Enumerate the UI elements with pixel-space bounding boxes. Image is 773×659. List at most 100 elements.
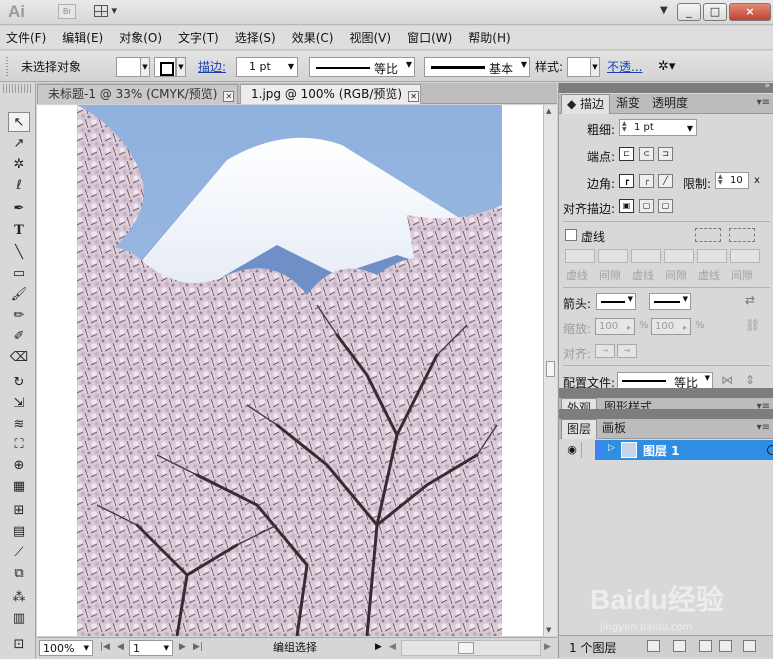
tab-layers[interactable]: 图层 [561,419,598,439]
scroll-down-arrow[interactable]: ▼ [546,626,551,634]
rectangle-tool-icon[interactable]: ▭ [8,264,30,284]
pencil-tool-icon[interactable]: ✏ [8,306,30,326]
link-scale-icon[interactable]: ⛓ [745,318,760,332]
canvas-area[interactable] [37,105,543,636]
vertical-scrollbar[interactable]: ▲ ▼ [543,105,557,636]
arrow-tip-at-end-button[interactable]: ⇥ [617,344,637,358]
column-graph-tool-icon[interactable]: ▥ [8,609,30,629]
selection-tool-icon[interactable]: ↖ [8,112,30,132]
width-profile-dropdown[interactable]: 等比 ▼ [617,372,713,390]
scroll-up-arrow[interactable]: ▲ [546,107,551,115]
stroke-weight-field[interactable]: 1 pt ▼ [236,57,298,77]
gap-input-2[interactable] [664,249,694,263]
panel-menu-icon[interactable]: ▾≡ [757,97,770,108]
scale-tool-icon[interactable]: ⇲ [8,394,30,414]
panel-menu-icon[interactable]: ▾≡ [757,422,770,433]
mesh-tool-icon[interactable]: ⊞ [8,501,30,521]
close-icon[interactable]: ✕ [408,91,420,102]
lock-toggle[interactable] [581,442,595,458]
hscroll-right-arrow[interactable]: ▶ [544,640,551,656]
magic-wand-tool-icon[interactable]: ✲ [8,155,30,175]
miter-join-button[interactable]: ┏ [619,174,634,188]
opacity-link[interactable]: 不透... [607,57,642,77]
rotate-tool-icon[interactable]: ↻ [8,373,30,393]
menu-view[interactable]: 视图(V) [349,29,391,46]
new-sublayer-icon[interactable] [699,640,712,652]
blend-tool-icon[interactable]: ⧉ [8,564,30,584]
bevel-join-button[interactable]: ╱ [658,174,673,188]
expand-triangle-icon[interactable]: ▷ [608,443,615,453]
free-transform-tool-icon[interactable]: ⛶ [8,435,30,455]
arrange-documents-button[interactable]: ▾ [94,4,126,20]
lasso-tool-icon[interactable]: ℓ [8,176,30,196]
graphic-style-swatch[interactable] [567,57,591,77]
close-button[interactable]: × [729,3,771,21]
dash-input-1[interactable] [565,249,595,263]
artboard-navigator[interactable]: 1 ▼ [129,640,173,656]
maximize-button[interactable]: □ [703,3,727,21]
placed-photo[interactable] [77,105,502,636]
fill-dropdown-arrow[interactable]: ▼ [140,57,150,77]
gradient-tool-icon[interactable]: ▤ [8,522,30,542]
round-join-button[interactable]: ╭ [639,174,654,188]
status-menu-arrow[interactable]: ▶ [375,640,382,656]
layer-name[interactable]: 图层 1 [643,442,680,459]
start-arrowhead-dropdown[interactable]: ▼ [596,293,636,310]
stepper-icon[interactable]: ▲ ▼ [718,174,723,186]
stroke-dropdown-arrow[interactable]: ▼ [176,57,186,77]
chevron-down-icon[interactable]: ▼ [687,121,693,136]
end-scale-input[interactable]: 100 ▸ [651,318,691,335]
last-artboard-icon[interactable]: ▶| [193,640,203,656]
zoom-field[interactable]: 100% ▼ [39,640,93,656]
miter-limit-input[interactable]: ▲ ▼ 10 [715,172,749,189]
start-scale-input[interactable]: 100 ▸ [595,318,635,335]
menu-edit[interactable]: 编辑(E) [62,29,103,46]
menu-file[interactable]: 文件(F) [6,29,46,46]
stepper-icon[interactable]: ▲ ▼ [622,121,627,133]
tab-untitled-1[interactable]: 未标题-1 @ 33% (CMYK/预览) ✕ [37,84,238,104]
panel-dock-header[interactable] [559,388,773,398]
align-dash-button[interactable] [729,228,755,242]
workspace-switcher-arrow[interactable]: ▼ [660,5,668,16]
menu-help[interactable]: 帮助(H) [468,29,510,46]
gap-input-1[interactable] [598,249,628,263]
locate-object-icon[interactable] [647,640,660,652]
end-arrowhead-dropdown[interactable]: ▼ [649,293,691,310]
swap-arrows-icon[interactable]: ⇄ [745,293,755,307]
next-artboard-icon[interactable]: ▶ [179,640,186,656]
stroke-panel-link[interactable]: 描边: [198,57,226,77]
eyedropper-tool-icon[interactable]: ⟋ [8,543,30,563]
perspective-grid-tool-icon[interactable]: ▦ [8,477,30,497]
tab-stroke[interactable]: ◆ 描边 [561,94,611,114]
panel-dock-header[interactable]: » [559,81,773,93]
arrow-tip-beyond-button[interactable]: → [595,344,615,358]
align-center-button[interactable]: ▣ [619,199,634,213]
graphic-style-dropdown[interactable]: ▼ [590,57,600,77]
hscroll-thumb[interactable] [458,642,474,654]
dash-input-3[interactable] [697,249,727,263]
tab-gradient[interactable]: 渐变 [611,94,645,114]
flip-across-icon[interactable]: ⇕ [745,373,755,387]
eraser-tool-icon[interactable]: ⌫ [8,348,30,368]
eye-icon[interactable]: ◉ [564,442,580,458]
direct-selection-tool-icon[interactable]: ↗ [8,134,30,154]
tab-artboards[interactable]: 画板 [597,419,631,439]
toolbox-grip[interactable] [3,84,32,93]
panel-dock-header[interactable] [559,409,773,419]
new-layer-icon[interactable] [719,640,732,652]
bridge-button[interactable]: Br [58,4,76,19]
line-tool-icon[interactable]: ╲ [8,243,30,263]
dash-input-2[interactable] [631,249,661,263]
align-outside-button[interactable]: ▢ [658,199,673,213]
brush-definition[interactable]: 基本 ▼ [424,57,530,77]
preserve-dash-button[interactable] [695,228,721,242]
menu-effect[interactable]: 效果(C) [292,29,334,46]
control-bar-grip[interactable] [6,57,8,77]
menu-select[interactable]: 选择(S) [235,29,276,46]
hscroll-left-arrow[interactable]: ◀ [389,640,396,656]
menu-object[interactable]: 对象(O) [119,29,162,46]
recolor-artwork-icon[interactable]: ✲▾ [658,57,684,77]
variable-width-profile[interactable]: 等比 ▼ [309,57,415,77]
stroke-swatch[interactable] [154,57,176,77]
flip-along-icon[interactable]: ⋈ [721,373,733,387]
